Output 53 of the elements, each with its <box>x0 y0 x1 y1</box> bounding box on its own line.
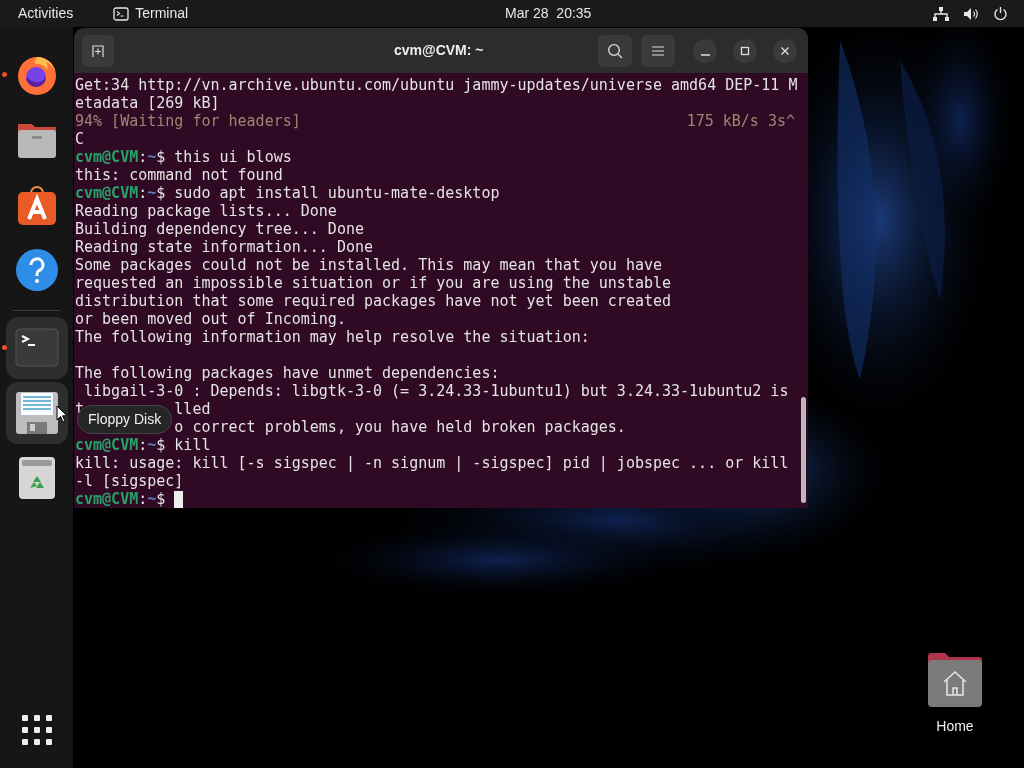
terminal-line: Reading state information... Done <box>75 238 373 256</box>
minimize-button[interactable] <box>693 38 717 63</box>
terminal-line: or been moved out of Incoming. <box>75 310 346 328</box>
close-button[interactable] <box>773 38 797 63</box>
dock-item[interactable] <box>5 382 68 444</box>
terminal-line: kill: usage: kill [-s sigspec | -n signum | -sigspec] pid | jobspec ... or kill <box>75 454 789 472</box>
terminal-line: C <box>75 130 85 148</box>
terminal-icon <box>113 6 130 21</box>
mouse-pointer-icon <box>56 405 68 423</box>
network-icon[interactable] <box>933 6 949 21</box>
prompt-line: cvm@CVM:~$ sudo apt install ubuntu-mate-desktop <box>75 184 500 202</box>
terminal-line: o correct problems, you have held broken packages. <box>174 418 626 436</box>
scrollbar-thumb[interactable] <box>801 397 806 503</box>
new-tab-button[interactable] <box>82 34 114 67</box>
help-icon <box>14 248 59 292</box>
close-icon <box>780 45 790 56</box>
maximize-button[interactable] <box>733 38 757 63</box>
prompt-line: cvm@CVM:~$ <box>75 490 166 508</box>
minimize-icon <box>700 53 710 56</box>
terminal-line: etadata [269 kB] <box>75 94 220 112</box>
terminal-line: Reading package lists... Done <box>75 202 337 220</box>
terminal-line: -l [sigspec] <box>75 472 184 490</box>
menu-icon <box>652 45 664 56</box>
maximize-icon <box>740 45 750 56</box>
new-tab-icon <box>91 44 105 57</box>
terminal-icon <box>14 328 59 368</box>
menu-button[interactable] <box>641 34 675 67</box>
app-menu-button[interactable]: Terminal <box>135 3 189 24</box>
terminal-line: The following information may help resolve the situation: <box>75 328 590 346</box>
terminal-line: lled <box>174 400 211 418</box>
terminal-line: libgail-3-0 : Depends: libgtk-3-0 (= 3.24.33-1ubuntu1) but 3.24.33-1ubuntu2 is <box>83 382 789 400</box>
terminal-line: requested an impossible situation or if you are using the unstable <box>75 274 672 292</box>
desktop-icon-label[interactable]: Home <box>936 716 974 737</box>
terminal-line: Get:34 http://vn.archive.ubuntu.com/ubuntu jammy-updates/universe amd64 DEP-11 M <box>75 76 798 94</box>
terminal-line: 94% [Waiting for headers] <box>75 112 301 130</box>
clock[interactable]: Mar 28 20:35 <box>505 3 592 24</box>
terminal-line: 175 kB/s 3s^ <box>686 112 795 130</box>
search-icon <box>607 42 623 59</box>
terminal-line: distribution that some required packages have not yet been created <box>75 292 672 310</box>
terminal-line: this: command not found <box>75 166 283 184</box>
prompt-line: cvm@CVM:~$ this ui blows <box>75 148 292 166</box>
terminal-line: Some packages could not be installed. This may mean that you have <box>75 256 662 274</box>
terminal-line: Building dependency tree... Done <box>75 220 364 238</box>
prompt-line: cvm@CVM:~$ kill <box>75 436 211 454</box>
window-title: cvm@CVM: ~ <box>394 41 484 60</box>
terminal-line: The following packages have unmet dependencies: <box>75 364 500 382</box>
search-button[interactable] <box>598 34 632 67</box>
app-grid-icon[interactable] <box>20 714 53 746</box>
trash-icon <box>16 456 57 500</box>
activities-button[interactable]: Activities <box>18 3 74 24</box>
volume-icon[interactable] <box>963 6 979 21</box>
power-icon[interactable] <box>993 6 1008 21</box>
home-folder-icon[interactable] <box>926 652 984 708</box>
